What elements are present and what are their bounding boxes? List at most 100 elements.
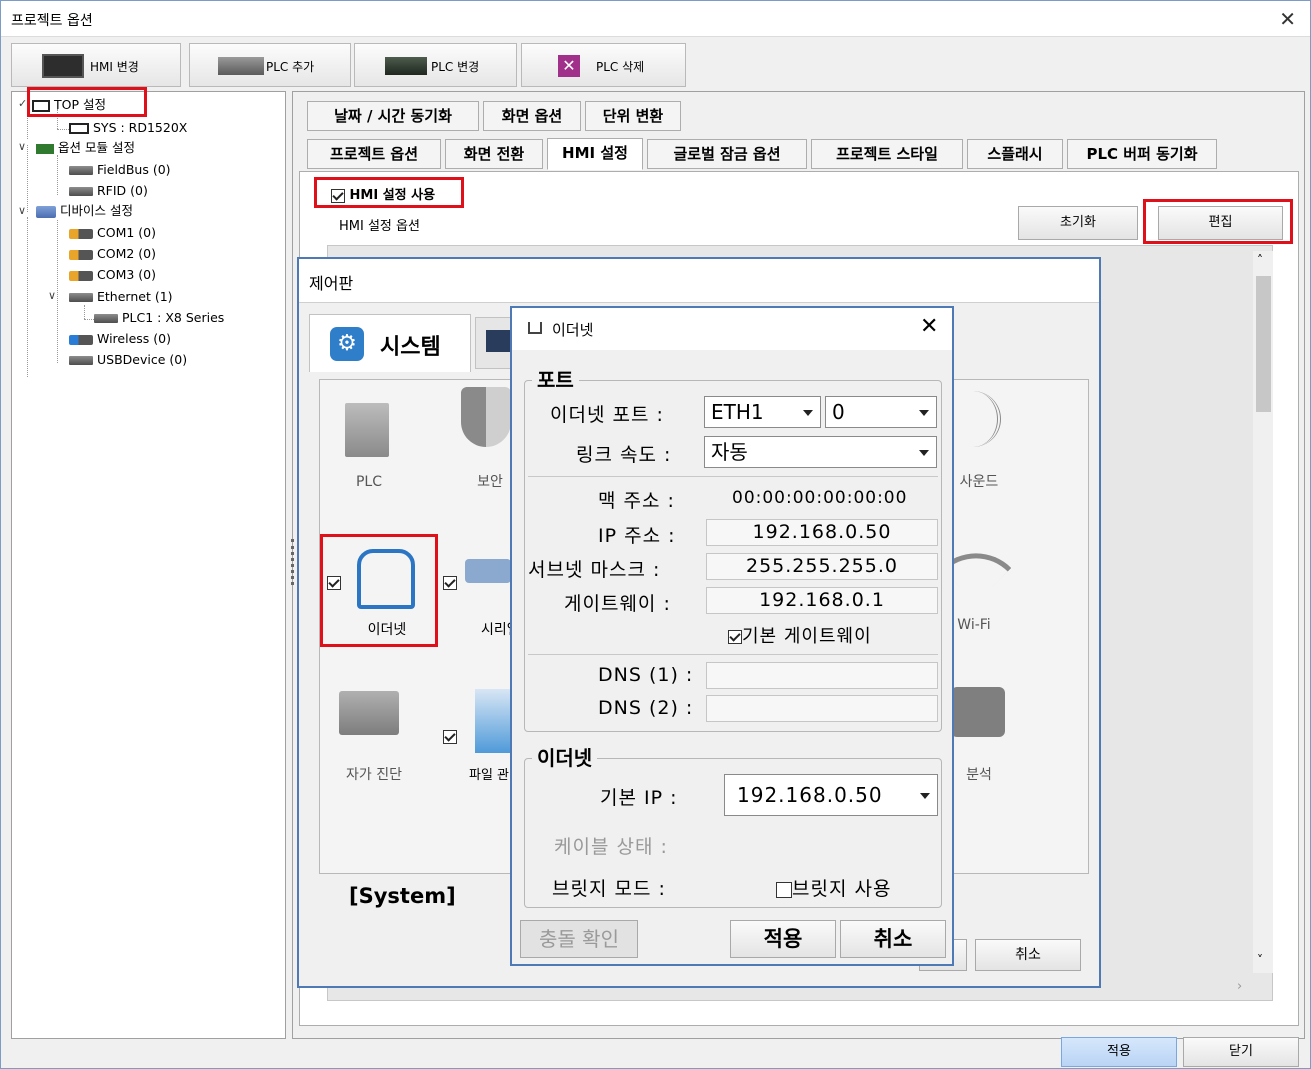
subnet-field[interactable]: 255.255.255.0 bbox=[706, 553, 938, 580]
file-manager-item-label[interactable]: 파일 관리자 bbox=[469, 764, 533, 783]
hmi-options-label: HMI 설정 옵션 bbox=[339, 219, 420, 234]
eth-port-number-value: 0 bbox=[832, 400, 845, 424]
dropdown-arrow-icon bbox=[920, 793, 930, 799]
port-group-title: 포트 bbox=[532, 364, 579, 393]
dialog-header: 이더넷 ✕ bbox=[512, 308, 952, 350]
tab-project-options[interactable]: 프로젝트 옵션 bbox=[307, 139, 441, 169]
default-ip-value: 192.168.0.50 bbox=[737, 783, 883, 807]
tree-com2[interactable]: COM2 (0) bbox=[69, 244, 156, 264]
tree-fieldbus[interactable]: FieldBus (0) bbox=[69, 160, 171, 180]
tree-rfid[interactable]: RFID (0) bbox=[69, 181, 148, 201]
shield-icon bbox=[461, 387, 511, 447]
plc-add-button[interactable]: PLC 추가 bbox=[189, 43, 351, 87]
tree-device-label: 디바이스 설정 bbox=[60, 203, 133, 218]
splitter-handle[interactable] bbox=[291, 539, 294, 585]
control-panel-cancel-button[interactable]: 취소 bbox=[975, 939, 1081, 971]
link-speed-select[interactable]: 자동 bbox=[704, 436, 937, 468]
tab-project-style[interactable]: 프로젝트 스타일 bbox=[811, 139, 963, 169]
file-manager-icon bbox=[475, 689, 511, 753]
plc-delete-button[interactable]: ✕ PLC 삭제 bbox=[521, 43, 686, 87]
serial-item-label[interactable]: 시리얼 bbox=[481, 619, 520, 639]
file-manager-checkbox[interactable] bbox=[443, 729, 457, 744]
eth-port-value: ETH1 bbox=[711, 400, 764, 424]
tree-rfid-label: RFID (0) bbox=[97, 183, 148, 198]
tab-other[interactable] bbox=[475, 317, 515, 369]
tree-usb[interactable]: USBDevice (0) bbox=[69, 350, 187, 370]
apply-button[interactable]: 적용 bbox=[1061, 1037, 1177, 1067]
window-title: 프로젝트 옵션 bbox=[11, 13, 93, 29]
dns2-label: DNS (2) : bbox=[598, 697, 694, 719]
dialog-cancel-button[interactable]: 취소 bbox=[840, 920, 946, 958]
hmi-icon bbox=[42, 54, 84, 78]
close-icon[interactable]: ✕ bbox=[1279, 7, 1296, 31]
conflict-check-button[interactable]: 충돌 확인 bbox=[520, 920, 638, 958]
serial-checkbox[interactable] bbox=[443, 575, 457, 590]
dns1-label: DNS (1) : bbox=[598, 664, 694, 686]
dialog-apply-button[interactable]: 적용 bbox=[730, 920, 836, 958]
ip-field[interactable]: 192.168.0.50 bbox=[706, 519, 938, 546]
device-icon bbox=[69, 293, 93, 302]
tree-option-module[interactable]: 옵션 모듈 설정 bbox=[36, 138, 135, 158]
tab-unit-conversion[interactable]: 단위 변환 bbox=[585, 101, 681, 131]
tree-ethernet-label: Ethernet (1) bbox=[97, 289, 173, 304]
dns2-field[interactable] bbox=[706, 695, 938, 722]
scroll-up-icon[interactable]: ˄ bbox=[1257, 253, 1263, 267]
dialog-close-icon[interactable]: ✕ bbox=[920, 314, 938, 339]
tree-com2-label: COM2 (0) bbox=[97, 246, 156, 261]
gateway-field[interactable]: 192.168.0.1 bbox=[706, 587, 938, 614]
tree-com3[interactable]: COM3 (0) bbox=[69, 265, 156, 285]
device-icon bbox=[94, 314, 118, 323]
dns1-field[interactable] bbox=[706, 662, 938, 689]
tab-screen-switch[interactable]: 화면 전환 bbox=[445, 139, 543, 169]
checkbox-icon bbox=[728, 630, 742, 644]
plc-change-button[interactable]: PLC 변경 bbox=[354, 43, 517, 87]
close-button[interactable]: 닫기 bbox=[1183, 1037, 1299, 1067]
vertical-scrollbar[interactable]: ˄ ˅ bbox=[1253, 251, 1273, 973]
tab-datetime-sync[interactable]: 날짜 / 시간 동기화 bbox=[307, 101, 479, 131]
tree-plc1[interactable]: PLC1 : X8 Series bbox=[94, 308, 224, 328]
wifi-item-label[interactable]: Wi-Fi bbox=[949, 617, 999, 633]
control-panel-title: 제어판 bbox=[309, 274, 354, 293]
tree-com1[interactable]: COM1 (0) bbox=[69, 223, 156, 243]
tab-plc-buffer-sync[interactable]: PLC 버퍼 동기화 bbox=[1067, 139, 1217, 169]
scrollbar-thumb[interactable] bbox=[1256, 276, 1271, 412]
hmi-change-button[interactable]: HMI 변경 bbox=[11, 43, 181, 87]
tab-hmi-settings[interactable]: HMI 설정 bbox=[547, 138, 643, 170]
tree-option-module-label: 옵션 모듈 설정 bbox=[58, 140, 135, 155]
default-ip-label: 기본 IP : bbox=[600, 787, 678, 809]
tree-sys[interactable]: SYS : RD1520X bbox=[69, 118, 187, 138]
tree-wireless[interactable]: Wireless (0) bbox=[69, 329, 171, 349]
link-speed-value: 자동 bbox=[711, 440, 748, 464]
checkbox-icon bbox=[443, 729, 457, 744]
security-item-label[interactable]: 보안 bbox=[475, 471, 505, 491]
tab-screen-options[interactable]: 화면 옵션 bbox=[483, 101, 581, 131]
plc-icon bbox=[345, 403, 389, 457]
tab-system[interactable]: ⚙ 시스템 bbox=[309, 314, 471, 372]
reset-button[interactable]: 초기화 bbox=[1018, 206, 1138, 240]
default-gateway-checkbox[interactable]: 기본 게이트웨이 bbox=[728, 622, 872, 648]
diagnostics-icon bbox=[339, 691, 399, 735]
plc-delete-label: PLC 삭제 bbox=[596, 60, 645, 74]
default-ip-select[interactable]: 192.168.0.50 bbox=[724, 774, 938, 816]
scroll-right-icon[interactable]: › bbox=[1237, 979, 1242, 994]
tab-splash[interactable]: 스플래시 bbox=[967, 139, 1063, 169]
title-bar: 프로젝트 옵션 ✕ bbox=[1, 1, 1310, 37]
tab-global-lock-options[interactable]: 글로벌 잠금 옵션 bbox=[647, 139, 807, 169]
serial-port-icon bbox=[69, 270, 93, 281]
eth-port-number-select[interactable]: 0 bbox=[825, 396, 937, 428]
dropdown-arrow-icon bbox=[919, 410, 929, 416]
analysis-item-label[interactable]: 분석 bbox=[949, 764, 1009, 784]
plc-add-icon bbox=[218, 57, 264, 75]
subnet-label: 서브넷 마스크 : bbox=[528, 559, 661, 581]
plc-item-label[interactable]: PLC bbox=[339, 474, 399, 490]
wireless-icon bbox=[69, 334, 93, 345]
sound-item-label[interactable]: 사운드 bbox=[949, 471, 1009, 491]
tree-ethernet[interactable]: Ethernet (1) bbox=[69, 287, 173, 307]
scroll-down-icon[interactable]: ˅ bbox=[1257, 953, 1263, 967]
eth-port-select[interactable]: ETH1 bbox=[704, 396, 821, 428]
monitor-icon bbox=[69, 123, 89, 134]
device-settings-icon bbox=[36, 205, 56, 218]
tree-device-settings[interactable]: 디바이스 설정 bbox=[36, 201, 133, 221]
diagnostics-item-label[interactable]: 자가 진단 bbox=[329, 764, 419, 784]
bridge-use-checkbox[interactable]: 브릿지 사용 bbox=[776, 874, 891, 901]
